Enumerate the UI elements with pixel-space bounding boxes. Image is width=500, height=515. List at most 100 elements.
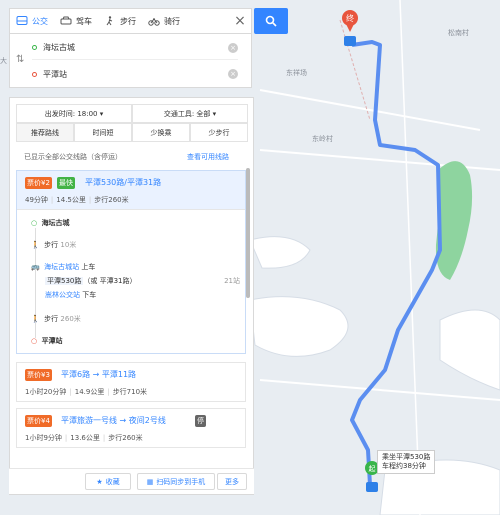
walk-icon: 🚶: [31, 241, 40, 249]
route-meta: 1小时20分钟 | 14.9公里 | 步行710米: [25, 388, 148, 396]
step-end-name: 平潭站: [41, 337, 63, 345]
clear-destination-icon[interactable]: ×: [228, 69, 238, 79]
step-start-name: 海坛古城: [41, 219, 70, 227]
origin-field[interactable]: 海坛古城 ×: [32, 36, 238, 60]
bus-icon: 🚌: [31, 263, 40, 271]
bus-icon: [16, 16, 28, 25]
tab-car[interactable]: 驾车: [54, 9, 98, 33]
tab-walk-label: 步行: [120, 16, 136, 26]
sort-shortest-time[interactable]: 时间短: [74, 123, 132, 142]
destination-value[interactable]: 平潭站: [43, 69, 67, 80]
mode-tabs: 公交 驾车 步行 骑行: [9, 8, 252, 34]
route-walk: 步行260米: [108, 434, 143, 442]
route-option-3[interactable]: 票价¥4 平潭旅游一号线 → 夜间2号线 停 1小时9分钟 | 13.6公里 | 步行2…: [16, 408, 246, 448]
tab-bus[interactable]: 公交: [10, 9, 54, 33]
send-to-phone-button[interactable]: ▦ 扫码同步到手机: [137, 473, 215, 490]
sort-recommended[interactable]: 推荐路线: [16, 123, 74, 142]
step-line: 平潭530路 （或 平潭31路） 21站: [45, 276, 240, 286]
route-title[interactable]: 平潭旅游一号线 → 夜间2号线: [61, 415, 166, 426]
tab-bike[interactable]: 骑行: [142, 9, 186, 33]
step-walk-1-dist: 10米: [60, 241, 77, 249]
favorite-label: 收藏: [105, 477, 120, 486]
bottom-toolbar: ★ 收藏 ▦ 扫码同步到手机 更多: [9, 468, 254, 494]
route-meta: 49分钟 | 14.5公里 | 步行260米: [25, 196, 129, 204]
route-meta: 1小时9分钟 | 13.6公里 | 步行260米: [25, 434, 143, 442]
price-badge: 票价¥3: [25, 369, 52, 381]
bus-line-alt: （或 平潭31路）: [83, 277, 137, 285]
favorite-button[interactable]: ★ 收藏: [85, 473, 131, 490]
destination-marker: 终: [342, 10, 358, 46]
route-time: 1小时9分钟: [25, 434, 62, 442]
view-available-routes-link[interactable]: 查看可用线路: [187, 152, 229, 162]
origin-value[interactable]: 海坛古城: [43, 42, 75, 53]
end-dot-icon: ○: [31, 337, 38, 345]
tab-bus-label: 公交: [32, 16, 48, 26]
step-board: 🚌 海坛古城站 上车: [31, 262, 95, 272]
route-walk: 步行260米: [94, 196, 129, 204]
results-panel: 出发时间: 18:00 ▾ 交通工具: 全部 ▾ 推荐路线 时间短 少换乘 少步…: [9, 97, 254, 495]
search-button[interactable]: [254, 8, 288, 34]
callout-line-1: 乘坐平潭530路: [382, 453, 431, 461]
qr-code-icon: ▦: [146, 477, 154, 486]
stop-count: 21站: [224, 277, 240, 285]
alight-suffix: 下车: [82, 291, 97, 299]
suspended-badge: 停: [195, 415, 206, 427]
more-button[interactable]: 更多: [217, 473, 247, 490]
bike-icon: [148, 18, 160, 26]
star-icon: ★: [96, 477, 103, 486]
start-dot-icon: ○: [31, 219, 38, 227]
map-label-dongling: 东岭村: [312, 135, 333, 143]
step-walk-2-dist: 260米: [60, 315, 81, 323]
destination-field[interactable]: 平潭站 ×: [32, 62, 238, 86]
walk-icon: 🚶: [31, 315, 40, 323]
price-badge: 票价¥4: [25, 415, 52, 427]
route-title[interactable]: 平潭6路 → 平潭11路: [61, 369, 136, 380]
board-suffix: 上车: [81, 263, 96, 271]
tab-walk[interactable]: 步行: [98, 9, 142, 33]
route-time: 49分钟: [25, 196, 48, 204]
route-steps: ○ 海坛古城 🚶 步行 10米 🚌 海坛古城站 上车 平潭530路 （或 平潭31…: [17, 209, 245, 353]
close-button[interactable]: ×: [232, 8, 248, 34]
car-icon: [60, 16, 72, 25]
route-option-2[interactable]: 票价¥3 平潭6路 → 平潭11路 1小时20分钟 | 14.9公里 | 步行710米: [16, 362, 246, 402]
results-scrollbar[interactable]: [246, 168, 250, 298]
chevron-down-icon: ▾: [99, 109, 104, 118]
route-option-1[interactable]: 票价¥2 最快 平潭530路/平潭31路 49分钟 | 14.5公里 | 步行260米 …: [16, 170, 246, 354]
swap-icon[interactable]: ⇅: [16, 54, 24, 65]
fastest-badge: 最快: [57, 177, 75, 189]
filter-bar: 出发时间: 18:00 ▾ 交通工具: 全部 ▾ 推荐路线 时间短 少换乘 少步…: [16, 104, 248, 142]
destination-dot-icon: [32, 71, 37, 77]
tab-car-label: 驾车: [76, 16, 92, 26]
park-area: [435, 161, 473, 280]
transport-tool-label: 交通工具: 全部: [163, 109, 211, 118]
callout-line-2: 车程约38分钟: [382, 462, 426, 470]
depart-time-label: 出发时间: 18:00: [44, 109, 98, 118]
sort-less-walking[interactable]: 少步行: [190, 123, 248, 142]
step-start: ○ 海坛古城: [31, 218, 70, 228]
alight-stop-link[interactable]: 嵩林公交站: [45, 291, 80, 299]
transport-tool-dropdown[interactable]: 交通工具: 全部 ▾: [132, 104, 248, 123]
route-distance: 14.9公里: [74, 388, 105, 396]
sort-fewer-transfers[interactable]: 少换乘: [132, 123, 190, 142]
svg-text:终: 终: [346, 13, 354, 23]
step-walk-2: 🚶 步行 260米: [31, 314, 81, 324]
depart-time-dropdown[interactable]: 出发时间: 18:00 ▾: [16, 104, 132, 123]
map-label-songnan: 松南村: [448, 29, 469, 37]
chevron-down-icon: ▾: [212, 109, 217, 118]
price-badge: 票价¥2: [25, 177, 52, 189]
map-label-da: 大: [0, 57, 7, 65]
route-inputs: ⇅ 海坛古城 × 平潭站 ×: [9, 34, 252, 88]
bus-line-name[interactable]: 平潭530路: [45, 277, 84, 285]
route-distance: 14.5公里: [56, 196, 86, 204]
route-time: 1小时20分钟: [25, 388, 67, 396]
origin-dot-icon: [32, 45, 37, 50]
step-walk-2-label: 步行: [44, 315, 59, 323]
board-stop-link[interactable]: 海坛古城站: [44, 263, 79, 271]
step-walk-1-label: 步行: [44, 241, 59, 249]
send-to-phone-label: 扫码同步到手机: [156, 477, 206, 486]
route-walk: 步行710米: [112, 388, 148, 396]
route-callout: 乘坐平潭530路 车程约38分钟: [377, 450, 436, 474]
clear-origin-icon[interactable]: ×: [228, 42, 238, 53]
map-label-dongxiang: 东祥场: [286, 69, 307, 77]
route-title[interactable]: 平潭530路/平潭31路: [85, 177, 161, 188]
